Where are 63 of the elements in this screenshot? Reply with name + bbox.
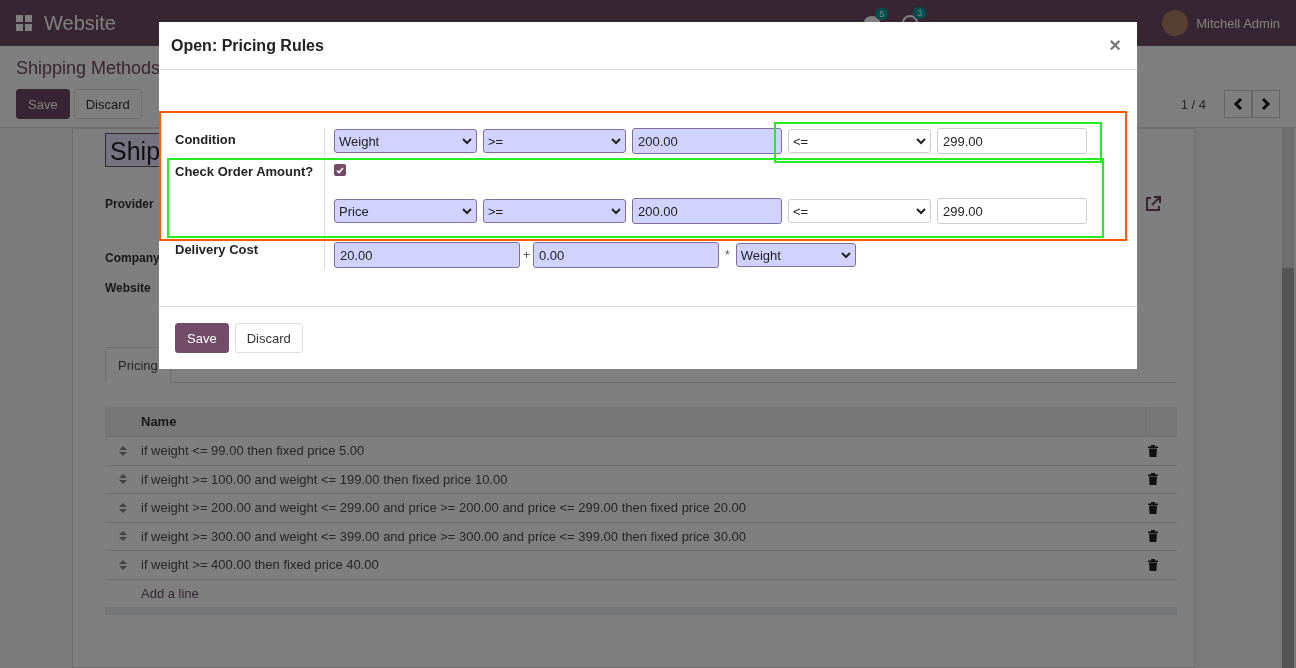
table-cell-text: if weight >= 100.00 and weight <= 199.00 then fixed price 10.00 <box>141 471 509 487</box>
trash-icon[interactable] <box>1148 501 1158 514</box>
pager-value: 1 / 4 <box>1180 96 1206 112</box>
discard-button[interactable]: Discard <box>234 323 303 353</box>
chevron-down-icon <box>916 207 926 215</box>
app-title: Website <box>44 11 116 35</box>
input-field[interactable]: 200.00 <box>632 198 782 224</box>
chevron-down-icon <box>916 137 926 145</box>
close-button[interactable]: × <box>1105 34 1125 57</box>
chevron-down-icon <box>462 137 472 145</box>
select-field[interactable]: <= <box>788 129 931 153</box>
drag-handle-icon[interactable] <box>119 473 127 486</box>
save-button[interactable]: Save <box>175 323 229 353</box>
chevron-down-icon <box>462 207 472 215</box>
select-field[interactable]: >= <box>483 199 626 223</box>
table-cell-text: if weight >= 200.00 and weight <= 299.00 and price >= 200.00 and price <= 299.00 then fixed price 20.00 <box>141 500 747 516</box>
previous-button[interactable] <box>1224 90 1252 118</box>
chevron-down-icon <box>611 137 621 145</box>
field-label: Condition <box>175 128 325 158</box>
column-header: Name <box>140 414 178 429</box>
select-field[interactable]: Weight <box>334 129 477 153</box>
discard-button[interactable]: Discard <box>73 89 142 119</box>
scrollbar[interactable] <box>1282 128 1294 668</box>
trash-icon[interactable] <box>1148 473 1158 486</box>
drag-handle-icon[interactable] <box>119 530 127 543</box>
trash-icon[interactable] <box>1148 444 1158 457</box>
table-cell-text: if weight >= 300.00 and weight <= 399.00 and price >= 300.00 and price <= 399.00 then fixed price 30.00 <box>141 528 747 544</box>
input-field[interactable]: 299.00 <box>937 198 1087 224</box>
activity-count: 3 <box>913 7 927 19</box>
field-label: Website <box>105 281 151 295</box>
plus-sign: + <box>523 248 530 262</box>
input-field[interactable]: 20.00 <box>334 242 520 268</box>
drag-handle-icon[interactable] <box>119 558 127 571</box>
times-sign: * <box>725 248 730 262</box>
table-cell-text: if weight >= 400.00 then fixed price 40.00 <box>141 557 380 573</box>
next-button[interactable] <box>1252 90 1280 118</box>
trash-icon[interactable] <box>1148 558 1158 571</box>
external-link-icon[interactable] <box>1144 195 1162 213</box>
input-field[interactable]: 0.00 <box>533 242 719 268</box>
select-field[interactable]: <= <box>788 199 931 223</box>
select-field[interactable]: Weight <box>735 243 856 267</box>
apps-grid-icon[interactable] <box>16 15 32 31</box>
drag-handle-icon[interactable] <box>119 444 127 457</box>
chevron-down-icon <box>611 207 621 215</box>
message-count: 5 <box>875 8 889 20</box>
checkbox[interactable] <box>334 164 346 176</box>
input-field[interactable]: 299.00 <box>937 128 1087 154</box>
chevron-right-icon <box>1261 98 1271 110</box>
field-label: Provider <box>105 197 154 211</box>
chevron-down-icon <box>840 251 851 259</box>
select-field[interactable]: Price <box>334 199 477 223</box>
trash-icon[interactable] <box>1148 530 1158 543</box>
input-field[interactable]: 200.00 <box>632 128 782 154</box>
table-cell-text: if weight <= 99.00 then fixed price 5.00 <box>141 443 366 459</box>
chevron-left-icon <box>1233 98 1243 110</box>
field-label: Delivery Cost <box>175 240 325 270</box>
add-line-link[interactable]: Add a line <box>105 579 1177 607</box>
user-name[interactable]: Mitchell Admin <box>1196 15 1280 31</box>
save-button[interactable]: Save <box>16 89 70 119</box>
dialog-title: Open: Pricing Rules <box>171 36 324 55</box>
select-field[interactable]: >= <box>483 129 626 153</box>
field-label: Company <box>105 251 160 265</box>
drag-handle-icon[interactable] <box>119 501 127 514</box>
